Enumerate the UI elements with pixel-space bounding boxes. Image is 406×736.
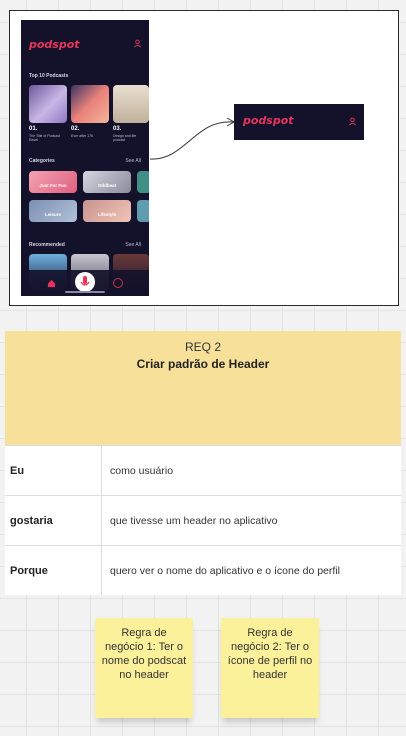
header-mockup: podspot: [234, 104, 364, 140]
user-icon[interactable]: [348, 117, 357, 126]
row-value: que tivesse um header no aplicativo: [101, 496, 401, 545]
table-row: gostaria que tivesse um header no aplica…: [5, 495, 401, 545]
row-value: quero ver o nome do aplicativo e o ícone…: [101, 546, 401, 595]
sticky-note-rule-1[interactable]: Regra de negócio 1: Ter o nome do podsca…: [95, 618, 193, 718]
connector-arrow: [149, 117, 236, 160]
sticky-note-rule-2[interactable]: Regra de negócio 2: Ter o ícone de perfi…: [221, 618, 319, 718]
mockup-frame: podspot Top 10 Podcasts 01. 02. 03. The …: [9, 10, 399, 306]
row-key: Eu: [10, 464, 25, 477]
table-row: Porque quero ver o nome do aplicativo e …: [5, 545, 401, 595]
requirement-id: REQ 2: [184, 340, 221, 354]
header-logo: podspot: [243, 114, 294, 127]
requirement-title: Criar padrão de Header: [136, 357, 270, 371]
row-key: Porque: [10, 564, 48, 577]
requirement-table: REQ 2 Criar padrão de Header Eu como usu…: [5, 331, 401, 595]
table-row: Eu como usuário: [5, 445, 401, 495]
row-value: como usuário: [101, 446, 401, 495]
requirement-header: REQ 2 Criar padrão de Header: [5, 331, 401, 445]
row-key: gostaria: [10, 514, 53, 527]
